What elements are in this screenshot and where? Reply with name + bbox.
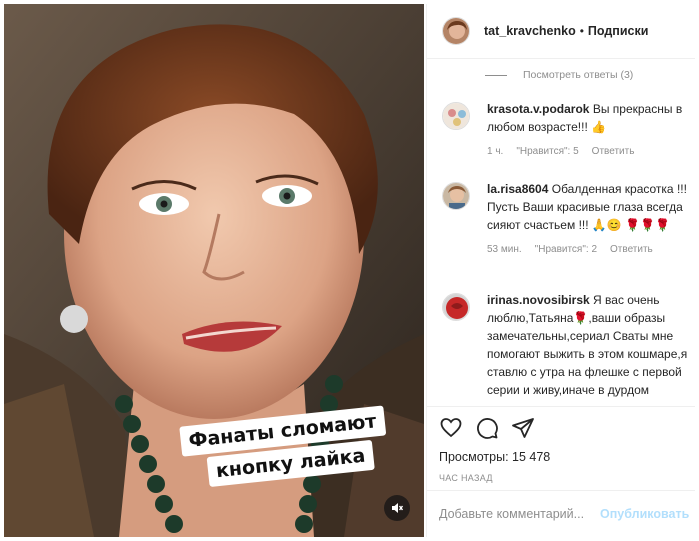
comment-icon[interactable] — [475, 416, 499, 440]
view-replies-label: Посмотреть ответы (3) — [523, 69, 634, 81]
share-icon[interactable] — [511, 416, 535, 440]
comment-username-link[interactable]: la.risa8604 — [487, 182, 548, 196]
reply-button[interactable]: Ответить — [610, 241, 653, 259]
commenter-avatar[interactable] — [442, 102, 470, 130]
speaker-muted-icon — [392, 503, 404, 513]
instagram-post-window: Фанаты сломают кнопку лайка tat_kravchen… — [0, 0, 699, 541]
following-button[interactable]: Подписки — [588, 24, 649, 38]
comments-list[interactable]: Посмотреть ответы (3) krasota.v.podarok … — [427, 60, 695, 404]
author-username-link[interactable]: tat_kravchenko — [484, 24, 576, 38]
post-comment-button[interactable]: Опубликовать — [600, 507, 689, 521]
action-icons-row — [439, 415, 683, 441]
comment-item: irinas.novosibirsk Я вас очень люблю,Тат… — [442, 291, 692, 404]
commenter-avatar-image — [443, 183, 469, 209]
comment-input[interactable] — [439, 507, 600, 521]
comment-username-link[interactable]: krasota.v.podarok — [487, 102, 589, 116]
author-avatar[interactable] — [442, 17, 470, 45]
post-time-ago[interactable]: ЧАС НАЗАД — [439, 473, 683, 483]
author-avatar-image — [443, 18, 469, 44]
reply-button[interactable]: Ответить — [592, 143, 635, 161]
commenter-avatar-image — [443, 103, 469, 129]
comment-username-link[interactable]: irinas.novosibirsk — [487, 293, 590, 307]
replies-divider-line — [485, 74, 507, 76]
heart-icon[interactable] — [439, 416, 463, 440]
post-video[interactable]: Фанаты сломают кнопку лайка — [4, 4, 424, 537]
comment-text: Я вас очень люблю,Татьяна🌹,ваши образы з… — [487, 293, 688, 404]
comment-time[interactable]: 1 ч. — [487, 143, 503, 161]
commenter-avatar[interactable] — [442, 182, 470, 210]
comment-likes[interactable]: "Нравится": 5 — [516, 143, 578, 161]
post-header: tat_kravchenko • Подписки — [427, 4, 695, 59]
comment-time[interactable]: 53 мин. — [487, 241, 522, 259]
comment-item: krasota.v.podarok Вы прекрасны в любом в… — [442, 100, 692, 161]
commenter-avatar[interactable] — [442, 293, 470, 321]
view-replies-button[interactable]: Посмотреть ответы (3) — [485, 69, 633, 81]
comment-likes[interactable]: "Нравится": 2 — [535, 241, 597, 259]
post-actions: Просмотры: 15 478 ЧАС НАЗАД — [427, 406, 695, 483]
commenter-avatar-image — [443, 294, 469, 320]
views-count[interactable]: Просмотры: 15 478 — [439, 450, 683, 464]
add-comment-bar: Опубликовать — [427, 490, 695, 537]
header-separator: • — [579, 24, 584, 38]
mute-button[interactable] — [384, 495, 410, 521]
post-side-panel: tat_kravchenko • Подписки Посмотреть отв… — [426, 4, 695, 537]
comment-item: la.risa8604 Обалденная красотка !!! Пуст… — [442, 180, 692, 259]
